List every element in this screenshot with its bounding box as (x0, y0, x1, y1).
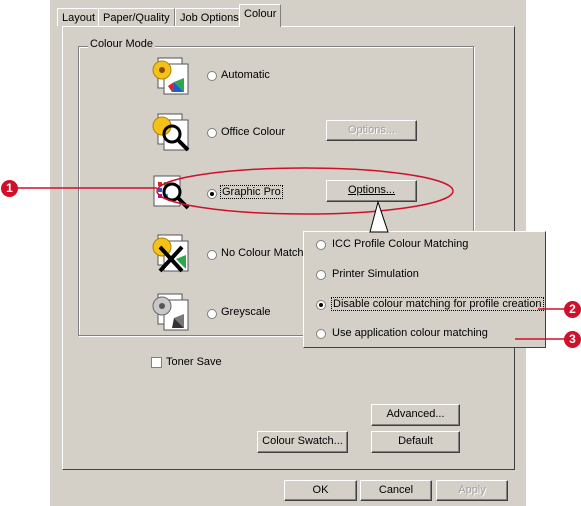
callout-2: 2 (564, 301, 581, 318)
annotation-overlay (16, 167, 568, 340)
callout-3: 3 (564, 331, 581, 348)
highlight-ellipse (156, 167, 454, 215)
callout-1: 1 (1, 180, 18, 197)
popup-pointer (369, 200, 389, 233)
